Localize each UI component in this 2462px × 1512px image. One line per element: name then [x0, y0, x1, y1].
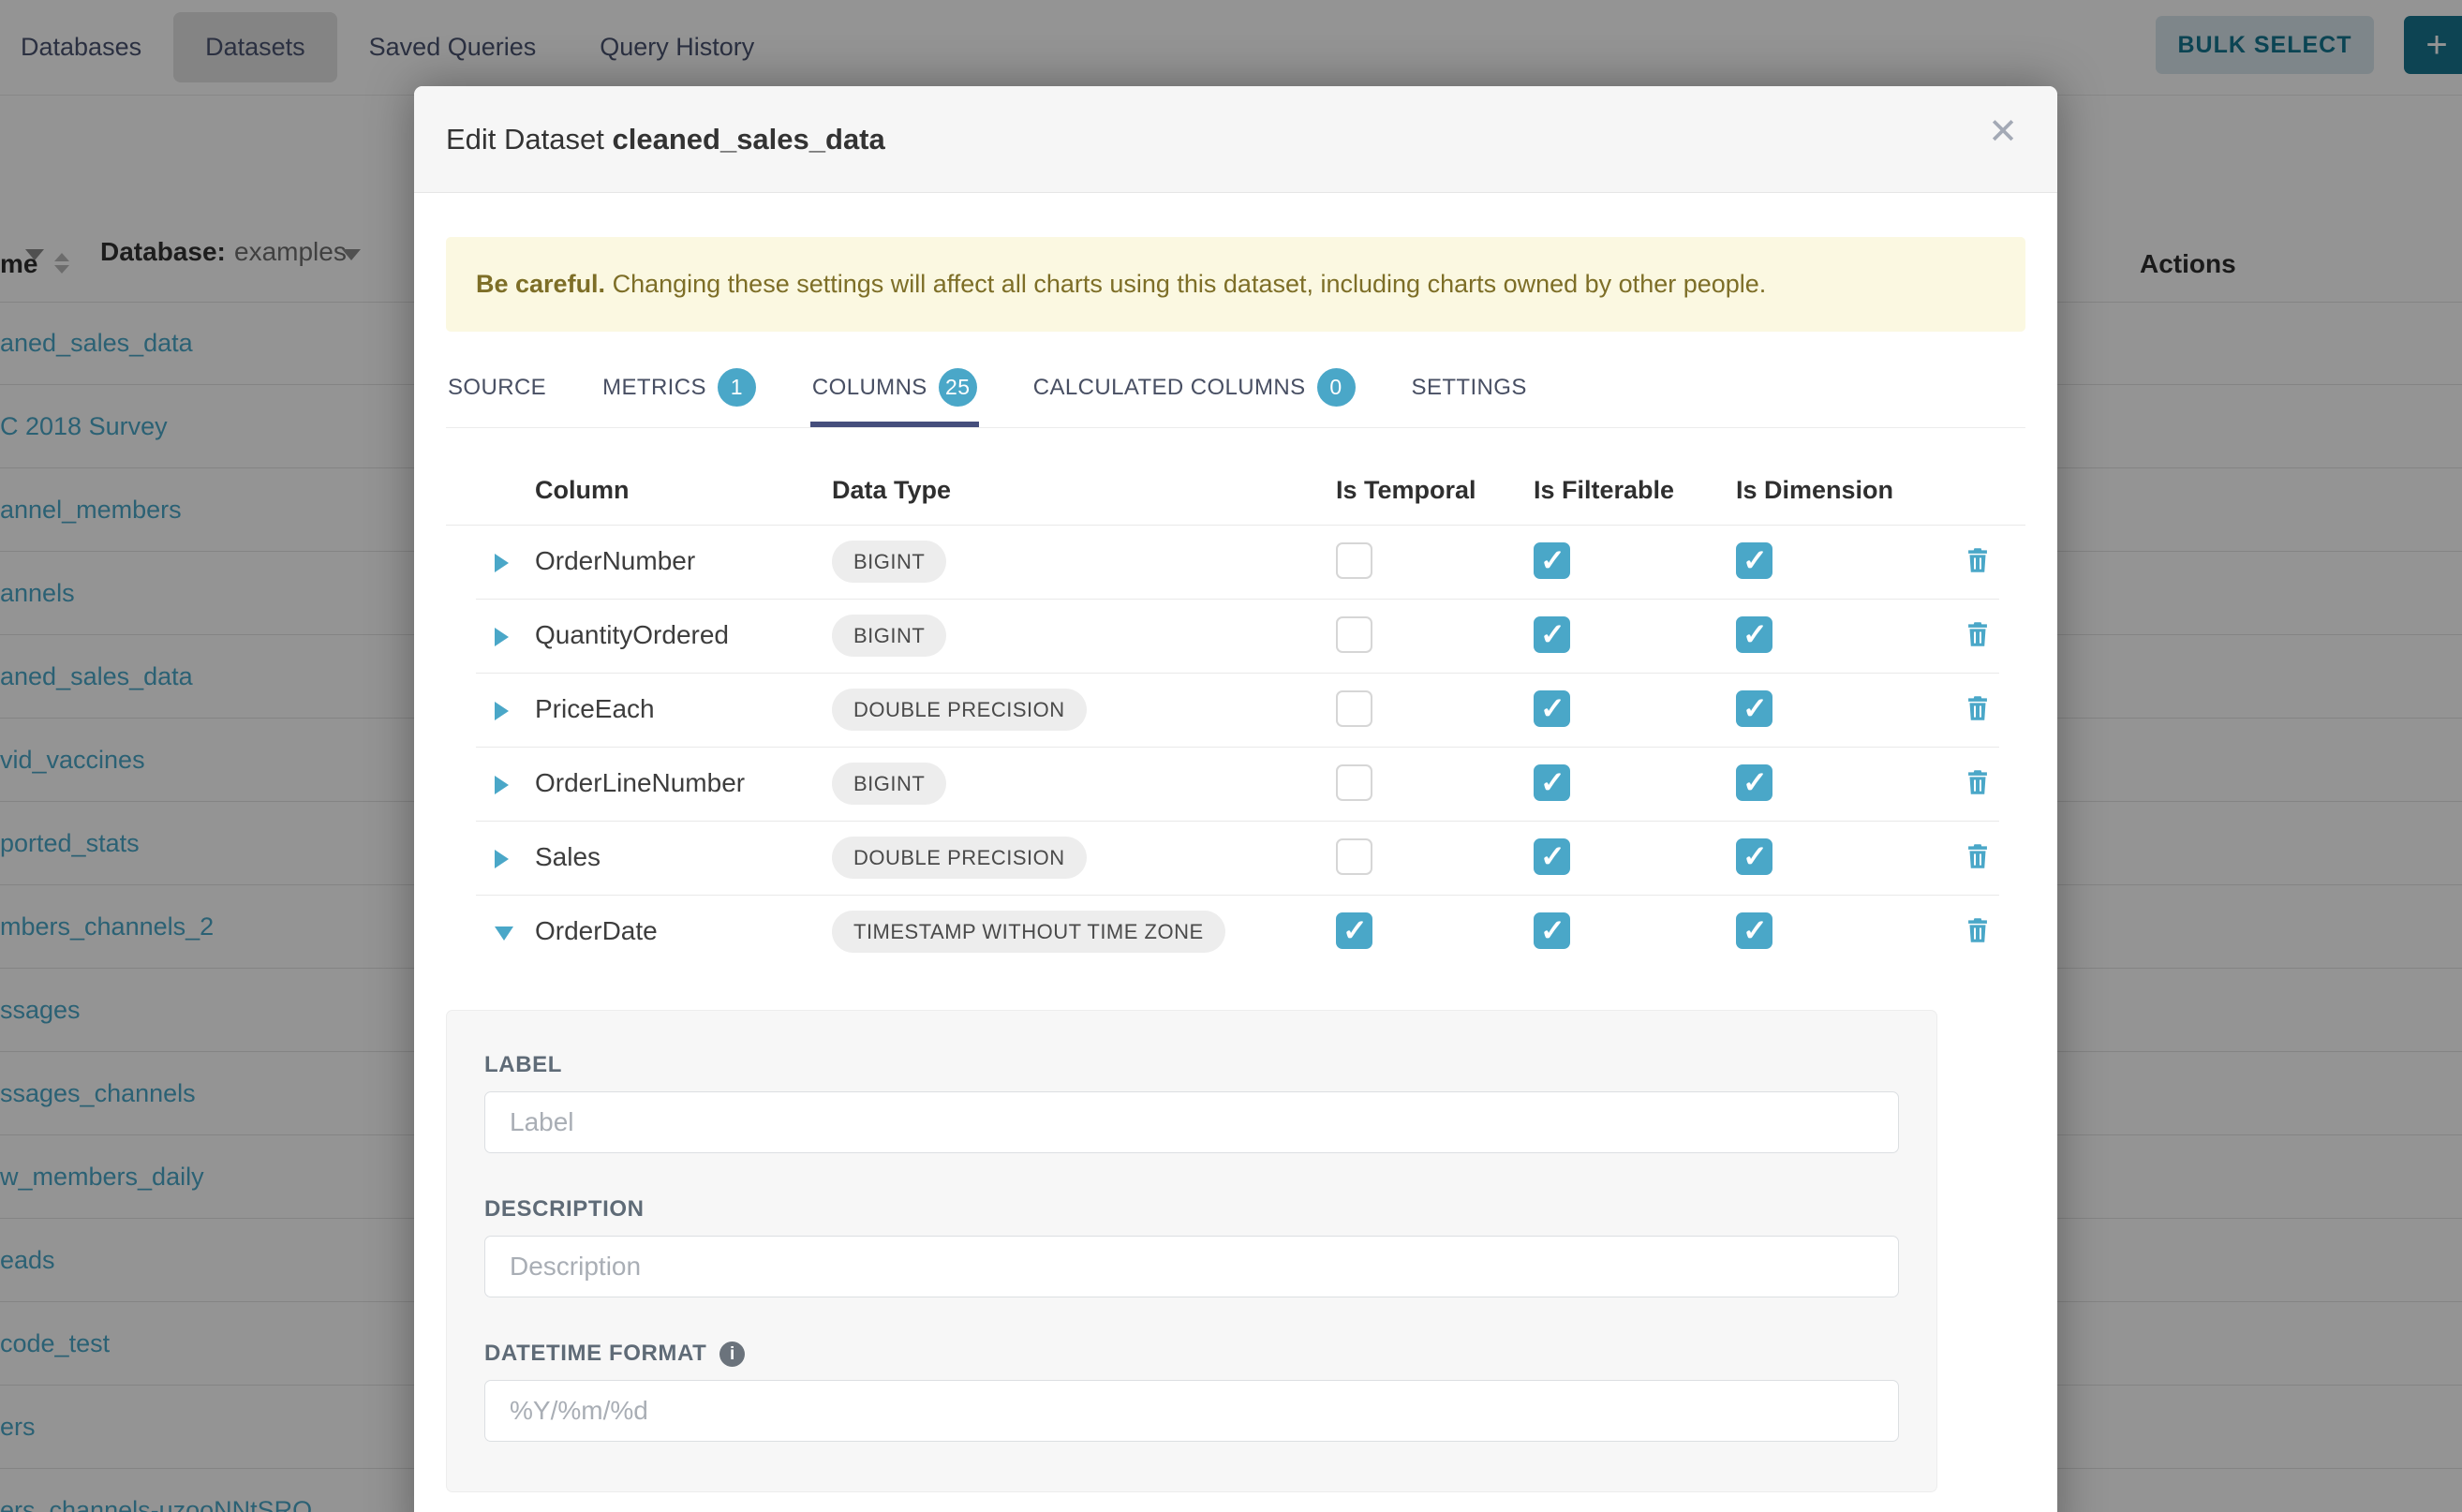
edit-dataset-modal: Edit Dataset cleaned_sales_data ✕ Be car… [414, 86, 2057, 1512]
is-filterable-checkbox[interactable] [1534, 912, 1570, 949]
tab-label: SETTINGS [1412, 375, 1527, 401]
tab-settings[interactable]: SETTINGS [1410, 353, 1529, 427]
tab-label: COLUMNS [812, 375, 927, 401]
tab-source[interactable]: SOURCE [446, 353, 548, 427]
is-dimension-checkbox[interactable] [1736, 838, 1772, 875]
tab-label: SOURCE [448, 375, 546, 401]
data-type-pill: BIGINT [832, 615, 946, 657]
data-type-pill: BIGINT [832, 763, 946, 805]
is-temporal-header: Is Temporal [1336, 476, 1476, 505]
is-filterable-checkbox[interactable] [1534, 764, 1570, 801]
is-dimension-checkbox[interactable] [1736, 690, 1772, 727]
is-temporal-checkbox[interactable] [1336, 542, 1372, 579]
tab-columns[interactable]: COLUMNS 25 [810, 353, 979, 427]
tab-metrics[interactable]: METRICS 1 [601, 353, 758, 427]
modal-title-dataset-name: cleaned_sales_data [613, 123, 885, 156]
description-field-label: DESCRIPTION [484, 1196, 1899, 1223]
tab-label: METRICS [602, 375, 706, 401]
is-filterable-header: Is Filterable [1534, 476, 1674, 505]
column-name: Sales [535, 842, 601, 872]
modal-tabs: SOURCE METRICS 1 COLUMNS 25 CALCULATED COLUMN… [446, 353, 2025, 428]
delete-column-icon[interactable] [1962, 618, 1994, 650]
expand-caret-icon[interactable] [495, 850, 509, 868]
data-type-pill: DOUBLE PRECISION [832, 837, 1087, 879]
column-row-priceeach: PriceEach DOUBLE PRECISION [476, 674, 1999, 748]
is-dimension-checkbox[interactable] [1736, 616, 1772, 653]
expand-caret-icon[interactable] [495, 776, 509, 794]
is-temporal-checkbox[interactable] [1336, 838, 1372, 875]
datetime-format-field-group: DATETIME FORMAT [484, 1341, 1899, 1442]
datetime-format-label-text: DATETIME FORMAT [484, 1341, 706, 1367]
column-header: Column [535, 476, 630, 505]
description-field-group: DESCRIPTION [484, 1196, 1899, 1297]
tab-label: CALCULATED COLUMNS [1033, 375, 1306, 401]
data-type-pill: BIGINT [832, 541, 946, 583]
close-icon[interactable]: ✕ [1988, 114, 2018, 150]
is-filterable-checkbox[interactable] [1534, 542, 1570, 579]
column-row-ordernumber: OrderNumber BIGINT [476, 526, 1999, 600]
is-dimension-header: Is Dimension [1736, 476, 1893, 505]
data-type-pill: TIMESTAMP WITHOUT TIME ZONE [832, 911, 1225, 953]
expand-caret-icon[interactable] [495, 702, 509, 720]
delete-column-icon[interactable] [1962, 914, 1994, 946]
warning-bold: Be careful. [476, 270, 605, 298]
warning-banner: Be careful. Changing these settings will… [446, 237, 2025, 332]
modal-body: Be careful. Changing these settings will… [414, 237, 2057, 1492]
is-temporal-checkbox[interactable] [1336, 764, 1372, 801]
column-row-quantityordered: QuantityOrdered BIGINT [476, 600, 1999, 674]
delete-column-icon[interactable] [1962, 692, 1994, 724]
columns-table-body: OrderNumber BIGINT QuantityOrdered BIGINT Pr… [446, 526, 2025, 969]
description-input[interactable] [484, 1236, 1899, 1297]
label-field-label: LABEL [484, 1052, 1899, 1078]
screen: DatabasesDatasetsSaved QueriesQuery Hist… [0, 0, 2462, 1512]
info-icon[interactable] [719, 1342, 745, 1367]
expand-caret-icon[interactable] [495, 628, 509, 646]
is-temporal-checkbox[interactable] [1336, 616, 1372, 653]
column-detail-panel: LABEL DESCRIPTION DATETIME FORMAT [446, 1010, 1937, 1492]
collapse-caret-icon[interactable] [495, 926, 513, 941]
is-dimension-checkbox[interactable] [1736, 912, 1772, 949]
modal-title-prefix: Edit Dataset [446, 123, 604, 156]
column-name: OrderNumber [535, 546, 695, 576]
is-dimension-checkbox[interactable] [1736, 542, 1772, 579]
tab-count-badge: 1 [718, 368, 756, 407]
is-temporal-checkbox[interactable] [1336, 912, 1372, 949]
delete-column-icon[interactable] [1962, 766, 1994, 798]
label-input[interactable] [484, 1091, 1899, 1153]
is-temporal-checkbox[interactable] [1336, 690, 1372, 727]
modal-header: Edit Dataset cleaned_sales_data ✕ [414, 86, 2057, 193]
warning-text: Changing these settings will affect all … [605, 270, 1766, 298]
datetime-format-input[interactable] [484, 1380, 1899, 1442]
is-dimension-checkbox[interactable] [1736, 764, 1772, 801]
tab-calculated-columns[interactable]: CALCULATED COLUMNS 0 [1031, 353, 1357, 427]
delete-column-icon[interactable] [1962, 544, 1994, 576]
column-row-sales: Sales DOUBLE PRECISION [476, 822, 1999, 896]
tab-count-badge: 0 [1317, 368, 1356, 407]
datetime-format-field-label: DATETIME FORMAT [484, 1341, 1899, 1367]
column-name: OrderDate [535, 916, 658, 946]
modal-title: Edit Dataset cleaned_sales_data [446, 123, 885, 156]
column-name: QuantityOrdered [535, 620, 729, 650]
columns-table-header: Column Data Type Is Temporal Is Filterab… [446, 459, 2025, 526]
is-filterable-checkbox[interactable] [1534, 616, 1570, 653]
column-name: OrderLineNumber [535, 768, 745, 798]
data-type-pill: DOUBLE PRECISION [832, 689, 1087, 731]
data-type-header: Data Type [832, 476, 951, 505]
column-name: PriceEach [535, 694, 655, 724]
label-field-group: LABEL [484, 1052, 1899, 1153]
expand-caret-icon[interactable] [495, 554, 509, 572]
is-filterable-checkbox[interactable] [1534, 838, 1570, 875]
column-row-orderdate: OrderDate TIMESTAMP WITHOUT TIME ZONE [476, 896, 1999, 969]
column-row-orderlinenumber: OrderLineNumber BIGINT [476, 748, 1999, 822]
tab-count-badge: 25 [939, 368, 977, 407]
is-filterable-checkbox[interactable] [1534, 690, 1570, 727]
delete-column-icon[interactable] [1962, 840, 1994, 872]
